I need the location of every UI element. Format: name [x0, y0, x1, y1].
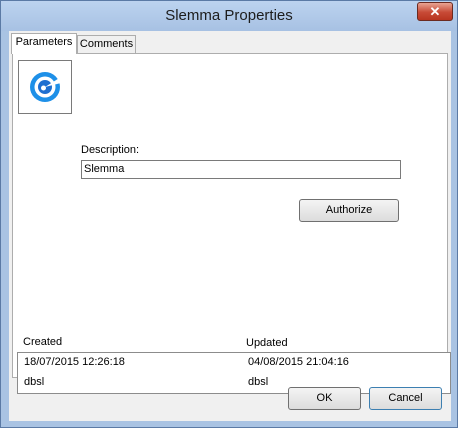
close-button[interactable]: ✕	[417, 2, 453, 21]
window-title: Slemma Properties	[165, 7, 293, 24]
updated-date: 04/08/2015 21:04:16	[248, 356, 349, 368]
tab-parameters[interactable]: Parameters	[11, 33, 77, 54]
updated-header: Updated	[246, 337, 288, 349]
created-by: dbsl	[24, 376, 45, 388]
created-header: Created	[23, 336, 63, 348]
ok-button[interactable]: OK	[288, 387, 361, 410]
description-input[interactable]: Slemma	[81, 160, 401, 179]
title-bar[interactable]: Slemma Properties ✕	[1, 1, 457, 31]
tab-comments[interactable]: Comments	[77, 35, 136, 53]
slemma-logo-icon	[30, 72, 61, 102]
properties-dialog: Slemma Properties ✕ Parameters Comments …	[0, 0, 458, 428]
close-icon: ✕	[429, 4, 441, 19]
dialog-client-area: Parameters Comments Description: Slemma …	[9, 31, 451, 421]
created-date: 18/07/2015 12:26:18	[24, 356, 125, 368]
cancel-button[interactable]: Cancel	[369, 387, 442, 410]
parameters-panel: Description: Slemma Authorize Created Up…	[12, 53, 451, 394]
updated-by: dbsl	[248, 376, 269, 388]
description-label: Description:	[81, 144, 140, 156]
authorize-button[interactable]: Authorize	[299, 199, 399, 222]
app-icon-frame	[18, 60, 72, 114]
